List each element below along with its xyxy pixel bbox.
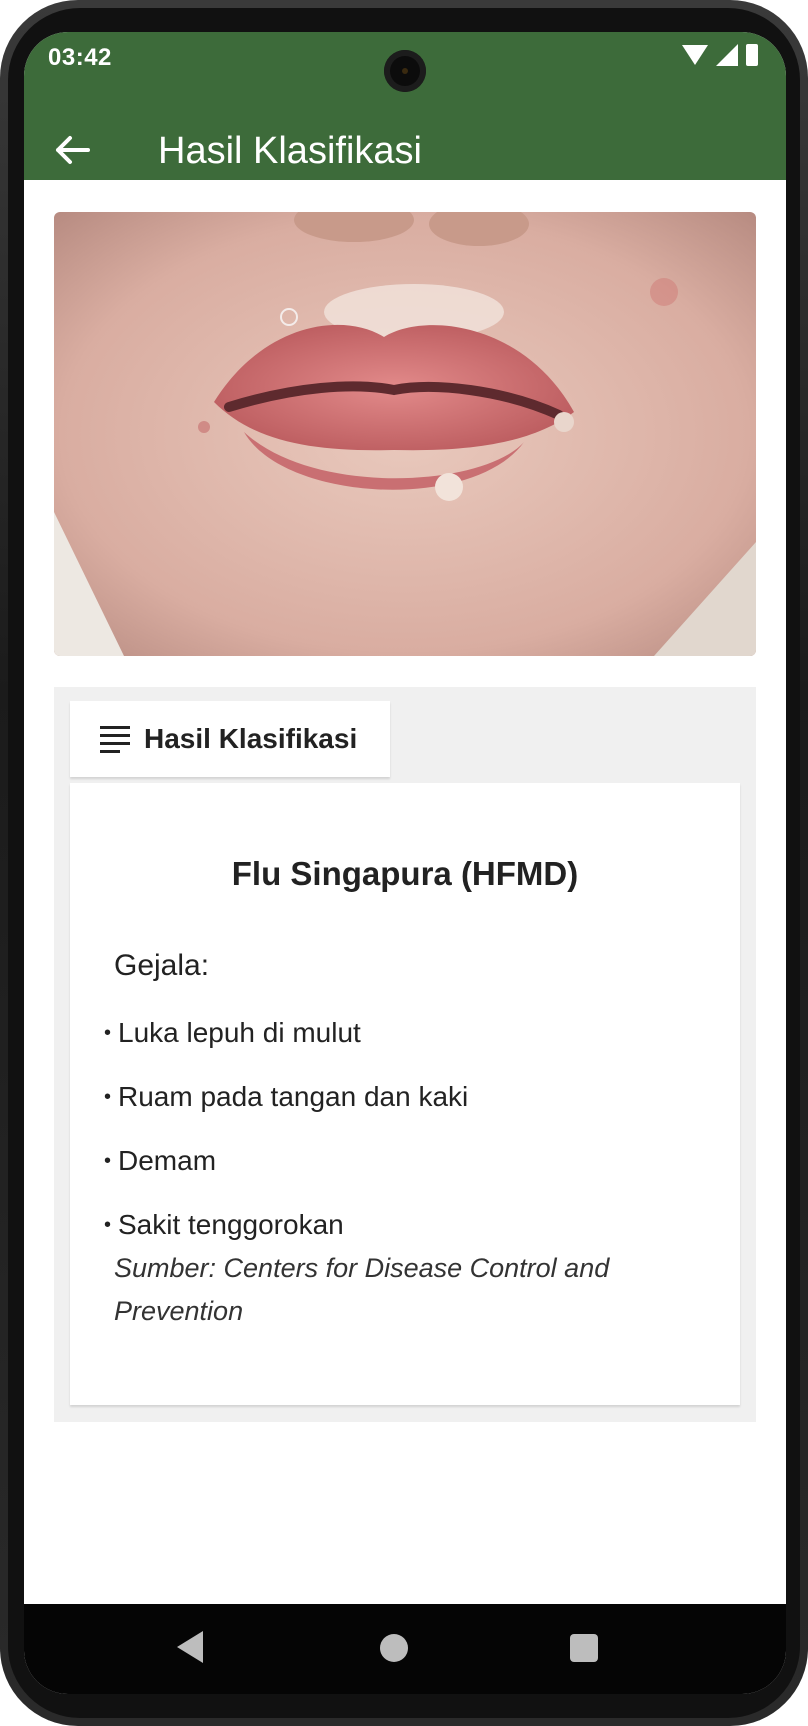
battery-icon	[746, 44, 758, 66]
arrow-back-icon[interactable]	[50, 128, 94, 172]
symptom-text: Demam	[118, 1145, 217, 1176]
cell-signal-icon	[716, 44, 738, 66]
disease-name: Flu Singapura (HFMD)	[231, 855, 579, 892]
list-item: • Ruam pada tangan dan kaki	[104, 1079, 468, 1143]
result-card: Hasil Klasifikasi Flu Singapura (HFMD) G…	[54, 687, 756, 1422]
app-bar: 03:42 Hasil Klasifikasi	[24, 32, 786, 180]
screen: 03:42 Hasil Klasifikasi Hasil Klasifikas…	[24, 32, 786, 1694]
status-time: 03:42	[48, 44, 112, 71]
front-camera	[384, 50, 426, 92]
page-title: Hasil Klasifikasi	[158, 130, 422, 172]
symptom-text: Sakit tenggorokan	[118, 1209, 344, 1240]
bullet: •	[104, 1150, 112, 1172]
symptom-list: • Luka lepuh di mulut • Ruam pada tangan d…	[104, 1015, 468, 1271]
list-item: • Demam	[104, 1143, 468, 1207]
tab-result[interactable]: Hasil Klasifikasi	[70, 701, 390, 777]
arrow-back-glyph	[56, 136, 90, 164]
lesion-photo	[54, 212, 756, 656]
photo-illustration	[54, 212, 756, 656]
bullet: •	[104, 1022, 112, 1044]
symptoms-heading: Gejala:	[114, 949, 210, 982]
system-nav-bar	[24, 1604, 786, 1694]
bullet: •	[104, 1086, 112, 1108]
nav-back-icon[interactable]	[177, 1631, 203, 1663]
source-citation: Sumber: Centers for Disease Control and …	[114, 1253, 610, 1326]
bullet: •	[104, 1214, 112, 1236]
status-icons	[682, 44, 758, 66]
wifi-icon	[682, 45, 708, 65]
nav-recents-icon[interactable]	[570, 1634, 598, 1662]
symptom-text: Ruam pada tangan dan kaki	[118, 1081, 469, 1112]
tab-label: Hasil Klasifikasi	[144, 723, 358, 754]
result-content: Flu Singapura (HFMD) Gejala: • Luka lepuh…	[70, 783, 740, 1405]
nav-home-icon[interactable]	[380, 1634, 408, 1662]
list-item: • Luka lepuh di mulut	[104, 1015, 468, 1079]
symptom-text: Luka lepuh di mulut	[118, 1017, 361, 1048]
list-icon	[100, 725, 130, 753]
